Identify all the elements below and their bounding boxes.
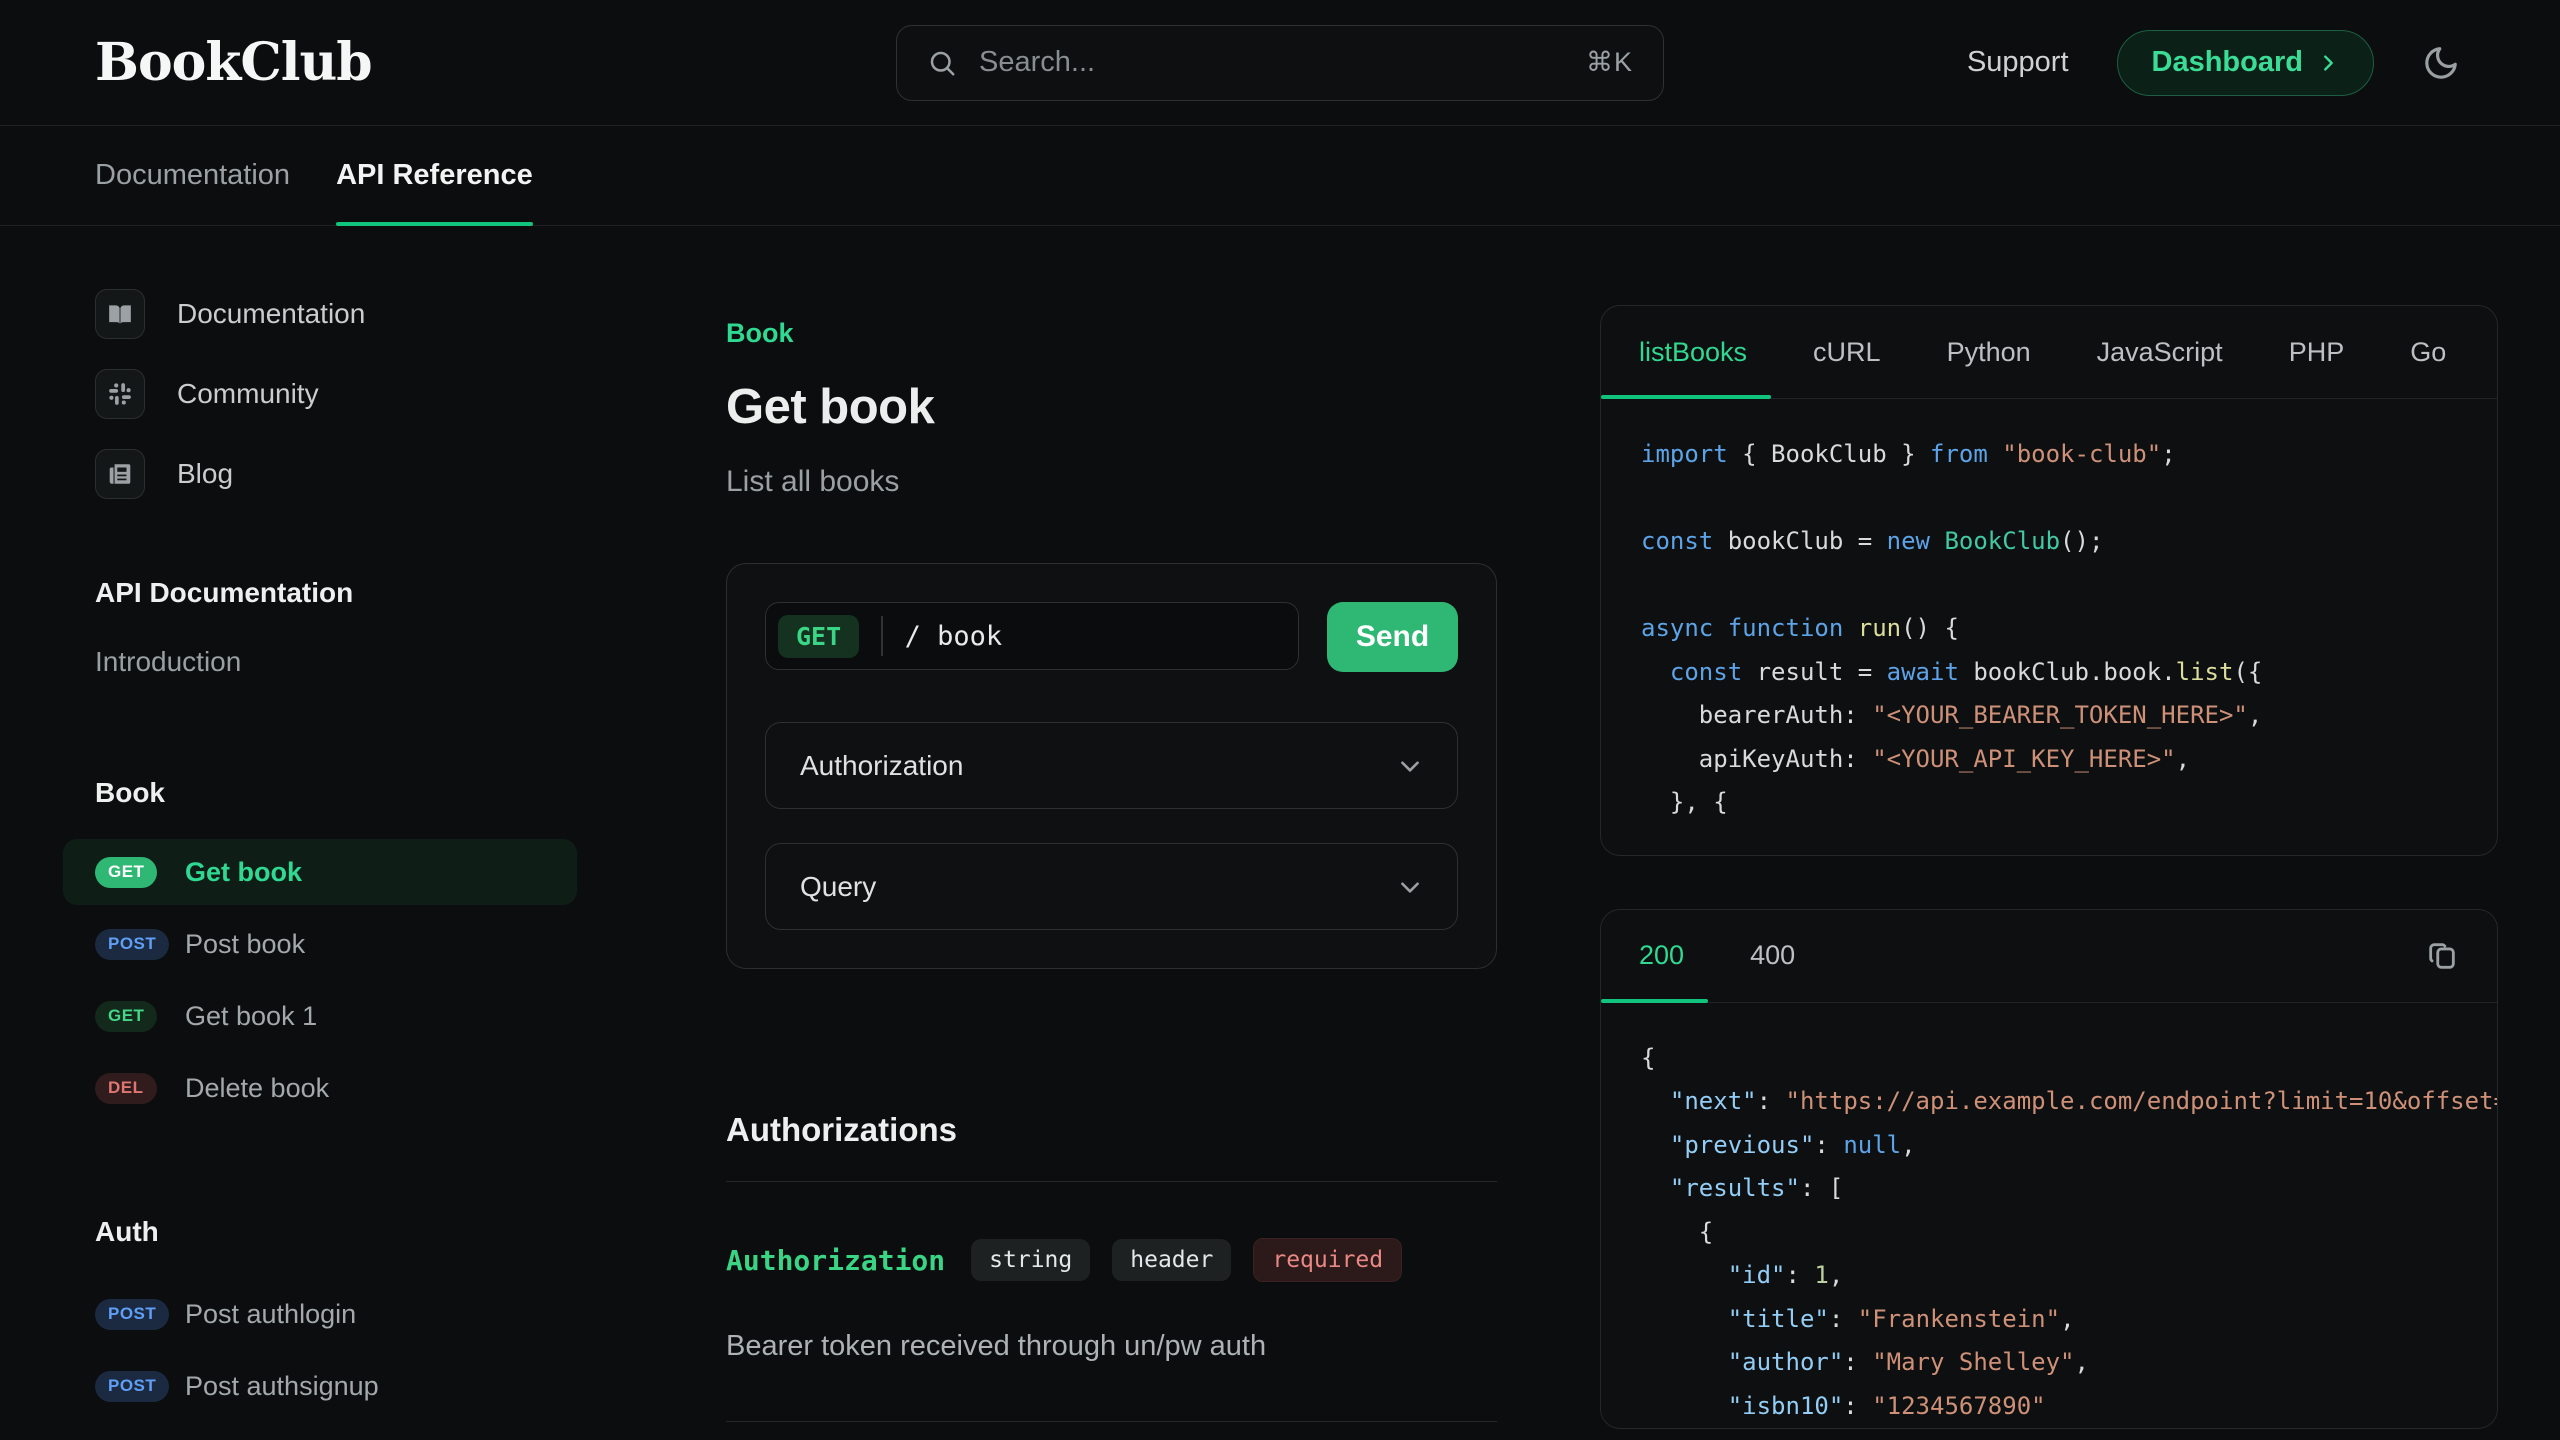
sidebar: Documentation [63,226,577,1422]
method-badge-post: POST [95,1299,169,1330]
sidebar-item-label: Delete book [185,1073,329,1104]
sidebar-link-documentation[interactable]: Documentation [95,289,545,339]
param-type-chip: string [971,1239,1090,1281]
tab-listbooks[interactable]: listBooks [1639,306,1747,398]
book-icon [95,289,145,339]
divider [726,1421,1497,1422]
sidebar-item-label: Get book 1 [185,1001,317,1032]
sidebar-item-post-authsignup[interactable]: POST Post authsignup [63,1350,577,1422]
copy-icon [2425,939,2459,973]
sidebar-section-auth: Auth POST Post authlogin POST Post auths… [63,1216,577,1422]
param-description: Bearer token received through un/pw auth [726,1330,1497,1363]
param-location-chip: header [1112,1239,1231,1281]
sidebar-link-label: Blog [177,458,233,490]
method-badge-get: GET [95,857,157,888]
slack-icon [95,369,145,419]
page-subtitle: List all books [726,465,1497,499]
authorization-param-row: Authorization string header required [726,1238,1497,1282]
authorizations-heading: Authorizations [726,1111,1497,1149]
sidebar-item-label: Post authsignup [185,1371,379,1402]
sidebar-section-book: Book GET Get book POST Post book GET Get… [63,777,577,1124]
accordion-label: Authorization [800,750,963,782]
sidebar-item-get-book[interactable]: GET Get book [63,839,577,905]
sidebar-item-delete-book[interactable]: DEL Delete book [63,1052,577,1124]
method-badge-post: POST [95,929,169,960]
param-name: Authorization [726,1244,945,1277]
page-title: Get book [726,379,1497,435]
support-link[interactable]: Support [1967,46,2069,79]
param-required-chip: required [1253,1238,1402,1282]
sidebar-link-label: Documentation [177,298,365,330]
tab-200[interactable]: 200 [1639,910,1684,1002]
theme-toggle-button[interactable] [2422,44,2460,82]
authorization-accordion[interactable]: Authorization [765,722,1458,809]
response-json-block: { "next": "https://api.example.com/endpo… [1601,1003,2497,1429]
sidebar-link-blog[interactable]: Blog [95,449,545,499]
code-sample-card: listBooks cURL Python JavaScript PHP Go … [1600,305,2498,856]
header-actions: Support Dashboard [1967,30,2460,96]
method-badge-get: GET [95,1001,157,1032]
endpoint-input[interactable]: GET / book [765,602,1299,670]
chevron-right-icon [2317,52,2339,74]
tab-php[interactable]: PHP [2289,306,2345,398]
app-logo[interactable]: BookClub [95,32,372,93]
primary-nav-tabs: Documentation API Reference [0,126,2560,226]
tab-api-reference[interactable]: API Reference [336,126,533,225]
tab-400[interactable]: 400 [1750,910,1795,1002]
sidebar-item-introduction[interactable]: Introduction [63,639,577,685]
code-column: listBooks cURL Python JavaScript PHP Go … [1600,226,2498,1429]
method-chip: GET [778,615,859,658]
newspaper-icon [95,449,145,499]
sidebar-item-post-authlogin[interactable]: POST Post authlogin [63,1278,577,1350]
endpoint-path: / book [905,621,1003,652]
divider [726,1181,1497,1182]
dashboard-label: Dashboard [2152,46,2303,79]
tab-python[interactable]: Python [1947,306,2031,398]
sidebar-item-post-book[interactable]: POST Post book [63,908,577,980]
sidebar-section-api-documentation: API Documentation Introduction [63,577,577,685]
chevron-down-icon [1397,874,1423,900]
tab-javascript[interactable]: JavaScript [2097,306,2223,398]
divider [881,616,883,656]
search-input[interactable] [979,46,1564,79]
method-badge-post: POST [95,1371,169,1402]
sidebar-item-label: Post book [185,929,305,960]
sidebar-link-label: Community [177,378,319,410]
response-status-tabs: 200 400 [1601,910,2497,1003]
sidebar-item-get-book-1[interactable]: GET Get book 1 [63,980,577,1052]
response-card: 200 400 { "next": "https://api.example.c… [1600,909,2498,1429]
chevron-down-icon [1397,753,1423,779]
code-language-tabs: listBooks cURL Python JavaScript PHP Go [1601,306,2497,399]
search-bar[interactable]: ⌘K [896,25,1664,101]
code-sample-block: import { BookClub } from "book-club"; co… [1601,399,2497,855]
tab-documentation[interactable]: Documentation [95,126,290,225]
search-shortcut: ⌘K [1586,47,1633,78]
search-icon [927,48,957,78]
sidebar-item-label: Get book [185,857,302,888]
top-header: BookClub ⌘K Support Dashboard [0,0,2560,126]
sidebar-section-title: API Documentation [63,577,577,609]
copy-response-button[interactable] [2425,939,2459,973]
query-accordion[interactable]: Query [765,843,1458,930]
endpoint-row: GET / book Send [765,602,1458,672]
sidebar-link-community[interactable]: Community [95,369,545,419]
sidebar-item-label: Post authlogin [185,1299,356,1330]
moon-icon [2422,44,2460,82]
sidebar-section-title: Auth [63,1216,577,1248]
tab-curl[interactable]: cURL [1813,306,1881,398]
resource-eyebrow: Book [726,318,1497,349]
tab-go[interactable]: Go [2410,306,2446,398]
api-playground-card: GET / book Send Authorization Query [726,563,1497,969]
method-badge-delete: DEL [95,1073,157,1104]
sidebar-section-title: Book [63,777,577,809]
sidebar-resource-links: Documentation [63,289,577,499]
main-column: Book Get book List all books GET / book … [726,226,1497,1422]
dashboard-button[interactable]: Dashboard [2117,30,2374,96]
accordion-label: Query [800,871,876,903]
api-reference-page: BookClub ⌘K Support Dashboard [0,0,2560,1440]
send-button[interactable]: Send [1327,602,1458,672]
content-area: Documentation [0,226,2560,1440]
